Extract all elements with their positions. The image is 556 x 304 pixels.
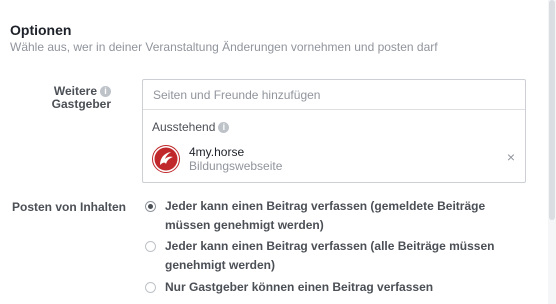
pending-label: Ausstehend i bbox=[152, 120, 230, 134]
close-icon[interactable]: × bbox=[507, 150, 515, 164]
scrollbar-thumb[interactable] bbox=[549, 0, 555, 220]
posting-permissions-label: Posten von Inhalten bbox=[12, 200, 127, 214]
info-icon[interactable]: i bbox=[100, 86, 111, 97]
add-hosts-input[interactable] bbox=[143, 80, 525, 110]
posting-option-label: Nur Gastgeber können einen Beitrag verfa… bbox=[165, 280, 434, 294]
hosts-label-line1: Weitere bbox=[53, 84, 97, 98]
page-logo-icon bbox=[152, 145, 180, 173]
info-icon[interactable]: i bbox=[218, 122, 230, 133]
pending-host-item: 4my.horse Bildungswebseite × bbox=[152, 143, 517, 173]
section-subtitle: Wähle aus, wer in deiner Veranstaltung Ä… bbox=[10, 40, 438, 54]
section-title: Optionen bbox=[10, 22, 72, 38]
posting-option-label: Jeder kann einen Beitrag verfassen (alle… bbox=[165, 239, 495, 272]
hosts-selector: Ausstehendi 4my.horse Bildungswebseite × bbox=[142, 79, 526, 183]
hosts-label-line2: Gastgeber bbox=[51, 97, 111, 111]
pending-page-name[interactable]: 4my.horse bbox=[189, 145, 244, 159]
radio-button-checked[interactable] bbox=[145, 201, 156, 212]
radio-button[interactable] bbox=[145, 282, 156, 293]
additional-hosts-label: Weitere i Gastgeber bbox=[10, 85, 111, 111]
pending-label-text: Ausstehend bbox=[152, 120, 216, 134]
radio-button[interactable] bbox=[145, 241, 156, 252]
posting-option-label: Jeder kann einen Beitrag verfassen (geme… bbox=[165, 199, 486, 232]
pending-page-category: Bildungswebseite bbox=[189, 159, 283, 173]
scrollbar[interactable] bbox=[548, 0, 556, 304]
